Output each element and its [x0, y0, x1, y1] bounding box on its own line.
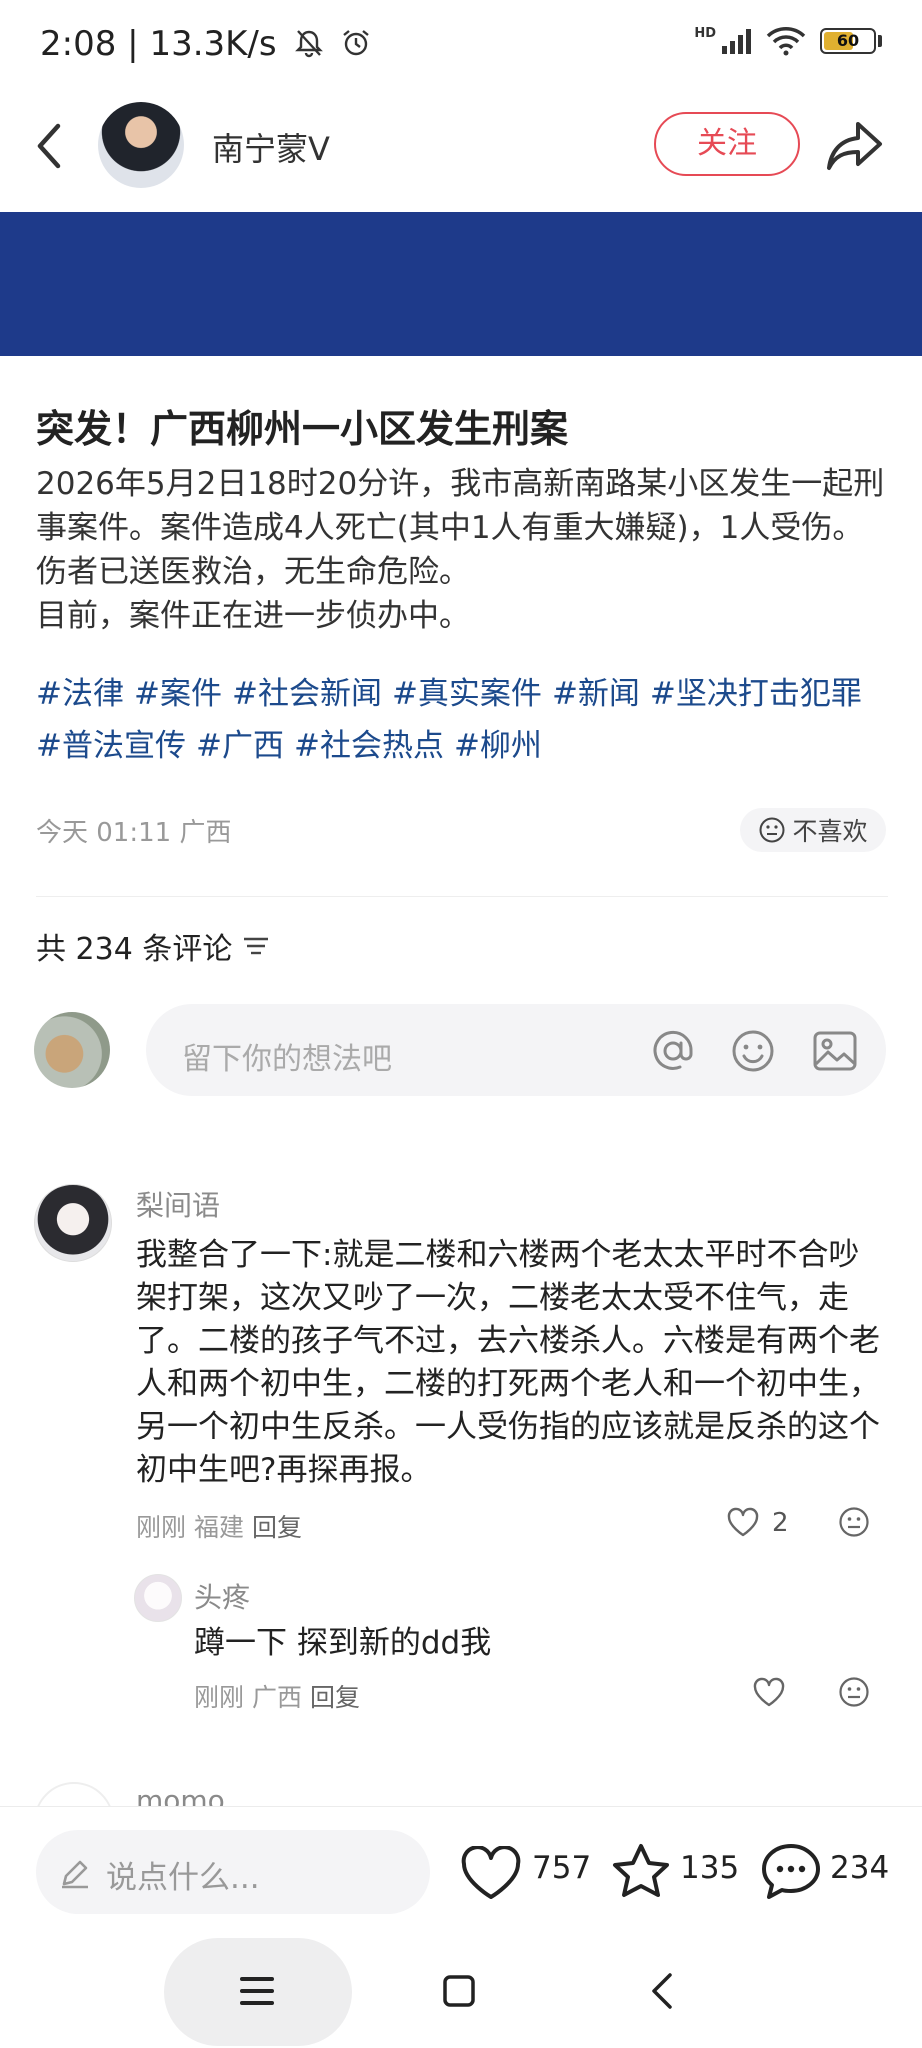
tag-link[interactable]: #真实案件	[392, 676, 542, 712]
battery-icon: 60	[820, 28, 876, 54]
signal-icon	[722, 29, 751, 54]
say-something-placeholder[interactable]: 说点什么...	[106, 1852, 260, 1897]
sad-face-icon	[759, 817, 785, 843]
battery-tip	[878, 35, 882, 47]
article-title: 突发！广西柳州一小区发生刑案	[36, 407, 569, 451]
mute-bell-icon	[295, 30, 324, 58]
bottom-divider	[0, 1806, 922, 1807]
clock: 2:08	[40, 24, 117, 64]
image-icon[interactable]	[812, 1028, 858, 1074]
dislike-button[interactable]: 不喜欢	[740, 808, 886, 852]
likes-count: 757	[532, 1850, 592, 1886]
comments-total: 234	[830, 1850, 890, 1886]
dislike-label: 不喜欢	[792, 817, 868, 846]
author-avatar[interactable]	[98, 102, 184, 188]
like-heart-icon[interactable]	[460, 1846, 522, 1902]
comments-header: 共 234 条评论	[36, 924, 270, 968]
mention-icon[interactable]	[650, 1028, 696, 1074]
nav-back-icon[interactable]	[646, 1970, 680, 2012]
article-paragraph: 目前，案件正在进一步侦办中。	[36, 598, 470, 634]
tag-link[interactable]: #法律	[36, 676, 124, 712]
stars-count: 135	[680, 1850, 740, 1886]
reply-time: 刚刚	[194, 1683, 245, 1712]
reply-meta: 刚刚 广西 回复	[194, 1678, 360, 1714]
reply-location: 广西	[251, 1683, 302, 1712]
heart-icon[interactable]	[752, 1676, 786, 1708]
menu-icon[interactable]	[238, 1974, 276, 2008]
comment-location: 福建	[193, 1513, 244, 1542]
status-bar: 2:08 | 13.3K/s HD 60	[0, 0, 922, 90]
comment-input-placeholder[interactable]: 留下你的想法吧	[182, 1034, 392, 1078]
wifi-icon	[766, 27, 806, 56]
sad-face-icon[interactable]	[838, 1676, 870, 1708]
article-tags: #法律 #案件 #社会新闻 #真实案件 #新闻 #坚决打击犯罪 #普法宣传 #广西 #社会热点 #…	[36, 668, 888, 772]
pencil-icon	[62, 1860, 88, 1889]
divider	[36, 896, 888, 897]
alarm-icon	[343, 30, 369, 56]
replier-name[interactable]: 头疼	[194, 1576, 250, 1616]
next-comment-clip: momo	[0, 1760, 922, 1806]
follow-button[interactable]: 关注	[654, 112, 800, 176]
battery-level: 60	[836, 31, 860, 50]
tag-link[interactable]: #社会新闻	[232, 676, 382, 712]
heart-icon[interactable]	[726, 1506, 760, 1538]
tag-link[interactable]: #柳州	[454, 728, 542, 764]
commenter-avatar[interactable]	[34, 1782, 114, 1806]
tag-link[interactable]: #案件	[134, 676, 222, 712]
article-body: 2026年5月2日18时20分许，我市高新南路某小区发生一起刑事案件。案件造成4…	[36, 462, 888, 638]
author-name[interactable]: 南宁蒙V	[212, 124, 330, 170]
sort-icon[interactable]	[242, 934, 270, 958]
reply-link[interactable]: 回复	[310, 1683, 360, 1712]
tag-link[interactable]: #普法宣传	[36, 728, 186, 764]
like-count: 2	[772, 1508, 789, 1538]
network-speed: 13.3K/s	[149, 24, 277, 64]
banner-image	[0, 212, 922, 356]
reply-text: 蹲一下 探到新的dd我	[194, 1625, 492, 1661]
share-icon[interactable]	[826, 118, 884, 174]
comments-count: 共 234 条评论	[36, 932, 233, 967]
home-square-icon[interactable]	[440, 1972, 478, 2010]
commenter-name[interactable]: 梨间语	[136, 1184, 220, 1224]
star-icon[interactable]	[610, 1842, 672, 1902]
emoji-icon[interactable]	[730, 1028, 776, 1074]
article-paragraph: 2026年5月2日18时20分许，我市高新南路某小区发生一起刑事案件。案件造成4…	[36, 466, 885, 590]
tag-link[interactable]: #广西	[196, 728, 284, 764]
comment-text: 我整合了一下:就是二楼和六楼两个老太太平时不合吵架打架，这次又吵了一次，二楼老太…	[136, 1237, 880, 1488]
tag-link[interactable]: #坚决打击犯罪	[650, 676, 862, 712]
reply-link[interactable]: 回复	[252, 1513, 302, 1542]
tag-link[interactable]: #新闻	[552, 676, 640, 712]
status-time: 2:08 | 13.3K/s	[40, 24, 372, 64]
article-time: 今天 01:11 广西	[36, 818, 232, 848]
comment-time: 刚刚	[136, 1513, 187, 1542]
comment-meta: 刚刚 福建 回复	[136, 1508, 302, 1544]
status-icons: HD 60	[694, 26, 882, 56]
my-avatar[interactable]	[34, 1012, 110, 1088]
commenter-avatar[interactable]	[34, 1184, 112, 1262]
comment-bubble-icon[interactable]	[760, 1842, 822, 1902]
commenter-name[interactable]: momo	[136, 1784, 225, 1806]
sad-face-icon[interactable]	[838, 1506, 870, 1538]
tag-link[interactable]: #社会热点	[294, 728, 444, 764]
back-arrow-icon[interactable]	[30, 118, 70, 174]
replier-avatar[interactable]	[134, 1574, 182, 1622]
hd-label: HD	[694, 26, 716, 41]
